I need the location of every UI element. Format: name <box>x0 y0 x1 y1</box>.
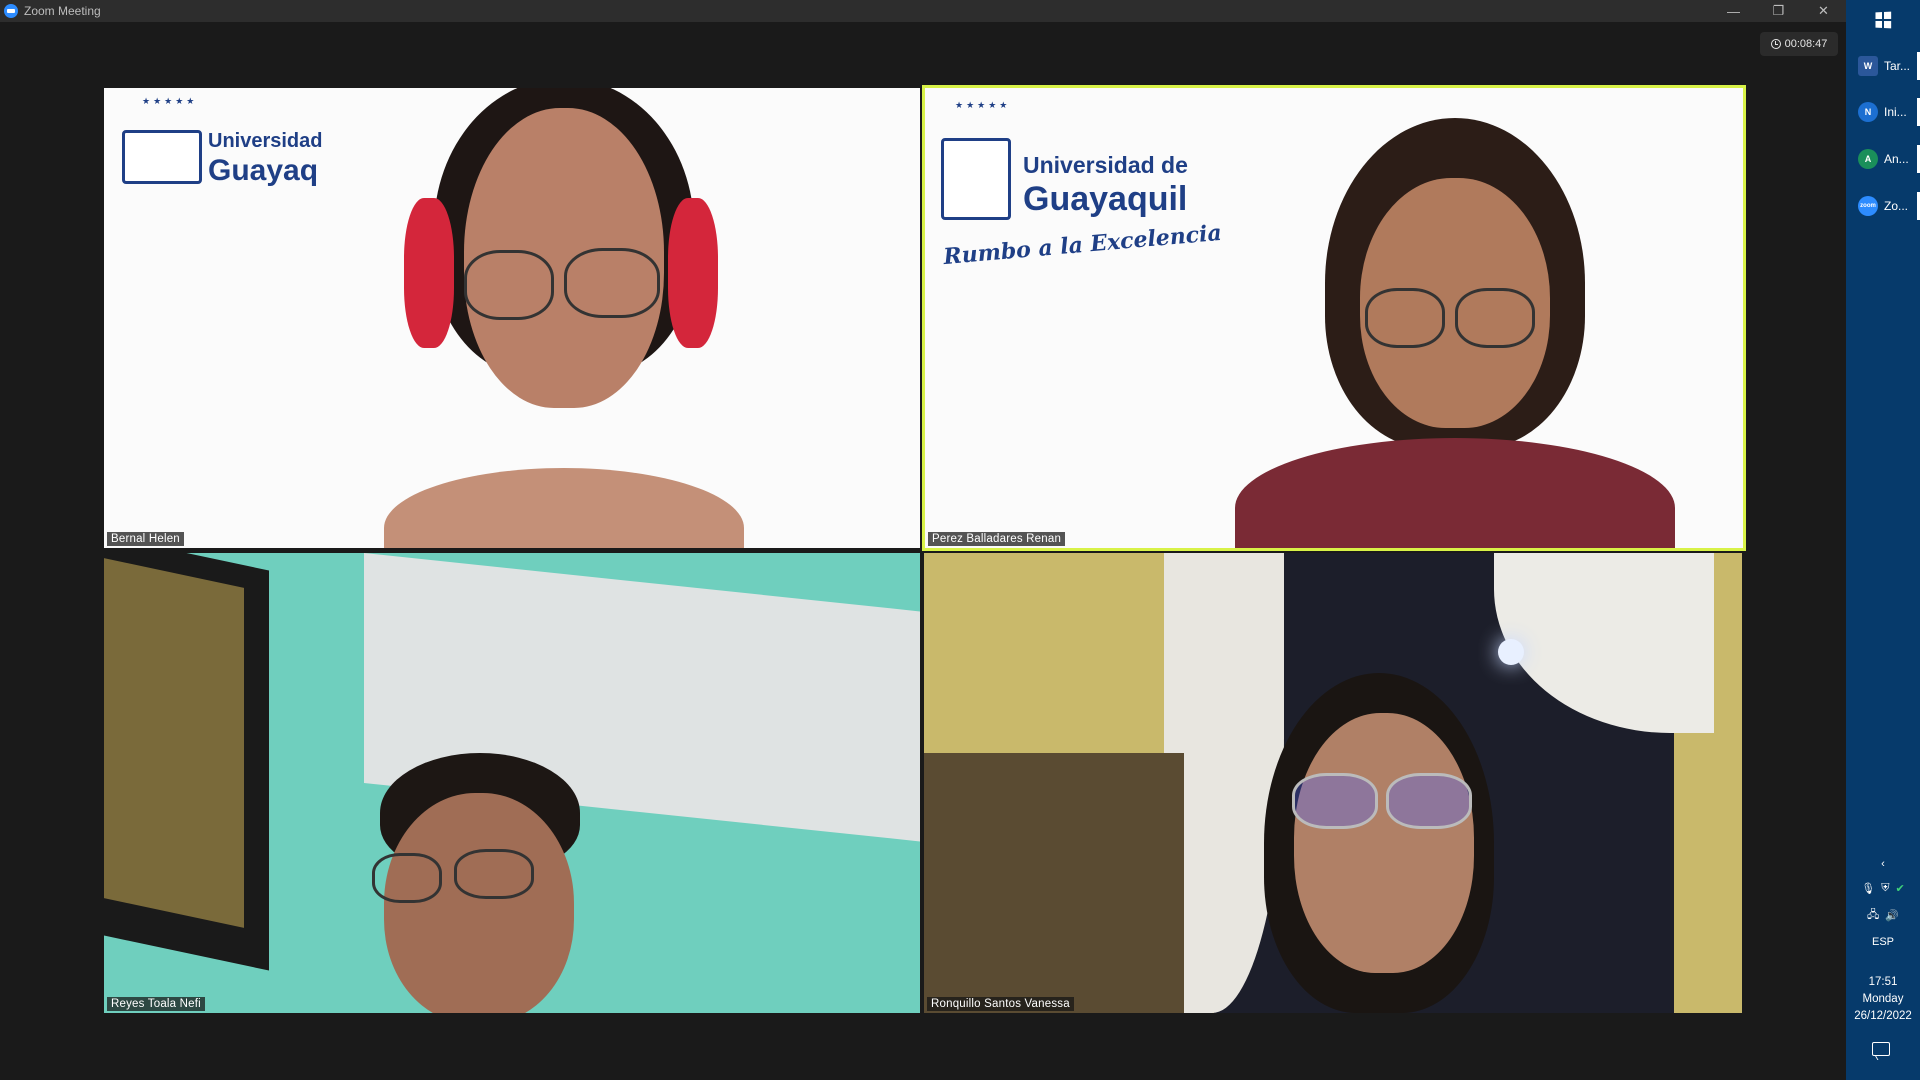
window-controls: — ❐ ✕ <box>1711 0 1846 22</box>
tray-icons-row-2: 🖧 🔊 <box>1846 906 1920 925</box>
video-tile-ronquillo-santos-vanessa[interactable]: Ronquillo Santos Vanessa <box>924 553 1742 1013</box>
tray-overflow[interactable]: ‹ <box>1846 858 1920 870</box>
language-label: ESP <box>1871 936 1894 948</box>
book-logo-icon <box>941 138 1011 220</box>
taskbar-item-zoom[interactable]: zoom Zo... <box>1846 186 1920 226</box>
network-icon[interactable]: 🖧 <box>1867 906 1879 925</box>
participant-video-bernal-helen <box>324 88 804 548</box>
app-icon: N <box>1858 102 1878 122</box>
video-tile-reyes-toala-nefi[interactable]: Reyes Toala Nefi <box>104 553 920 1013</box>
windows-logo-icon <box>1875 11 1892 29</box>
video-tile-perez-balladares-renan[interactable]: ★★★★★ Universidad de Guayaquil Rumbo a l… <box>922 85 1746 551</box>
language-indicator[interactable]: ESP <box>1846 936 1920 948</box>
book-logo-icon <box>122 130 202 184</box>
participant-name-tag: Ronquillo Santos Vanessa <box>927 997 1074 1011</box>
participant-name-tag: Perez Balladares Renan <box>928 532 1066 546</box>
close-button[interactable]: ✕ <box>1801 0 1846 22</box>
light-bulb <box>1498 639 1524 665</box>
word-icon: W <box>1858 56 1878 76</box>
security-shield-icon[interactable]: ⛨ <box>1881 882 1889 895</box>
system-clock[interactable]: 17:51 Monday 26/12/2022 <box>1846 974 1920 1025</box>
window-titlebar[interactable]: Zoom Meeting — ❐ ✕ <box>0 0 1846 22</box>
taskbar-item-label: Zo... <box>1884 199 1909 213</box>
taskbar-item-ini[interactable]: N Ini... <box>1846 92 1920 132</box>
check-icon[interactable]: ✔ <box>1896 882 1905 895</box>
university-logo: ★★★★★ Universidad de Guayaquil Rumbo a l… <box>933 100 1223 270</box>
logo-text-line2: Guayaq <box>208 154 319 187</box>
zoom-meeting-window: Zoom Meeting — ❐ ✕ 00:08:47 ★★★★★ Univer… <box>0 0 1846 1080</box>
start-button[interactable] <box>1846 0 1920 40</box>
microphone-icon[interactable]: 🎙 <box>1861 882 1875 895</box>
taskbar-item-label: An... <box>1884 152 1909 166</box>
participant-name-tag: Bernal Helen <box>107 532 184 546</box>
chevron-left-icon: ‹ <box>1881 858 1885 870</box>
taskbar-item-an[interactable]: A An... <box>1846 139 1920 179</box>
taskbar-item-label: Tar... <box>1884 59 1911 73</box>
clock-time: 17:51 <box>1868 976 1898 988</box>
clock-date: 26/12/2022 <box>1854 1010 1912 1022</box>
taskbar-item-label: Ini... <box>1884 105 1907 119</box>
clock-icon <box>1770 39 1781 49</box>
wall-picture <box>104 558 244 928</box>
stars-decoration: ★★★★★ <box>142 96 198 106</box>
logo-slogan: Rumbo a la Excelencia <box>942 219 1223 271</box>
clock-day: Monday <box>1862 993 1904 1005</box>
stars-decoration: ★★★★★ <box>955 100 1011 110</box>
window-title: Zoom Meeting <box>24 4 101 18</box>
participant-video-reyes-toala-nefi <box>344 753 744 1013</box>
university-logo: ★★★★★ Universidad Guayaq <box>120 96 323 206</box>
meeting-timer[interactable]: 00:08:47 <box>1760 32 1838 56</box>
zoom-icon: zoom <box>1858 196 1878 216</box>
logo-text-line2: Guayaquil <box>1023 180 1188 218</box>
participant-video-perez-balladares-renan <box>1195 108 1725 548</box>
participant-name-tag: Reyes Toala Nefi <box>107 997 205 1011</box>
zoom-app-icon <box>4 4 18 18</box>
meeting-timer-text: 00:08:47 <box>1784 38 1828 50</box>
minimize-button[interactable]: — <box>1711 0 1756 22</box>
tray-icons-row-1: 🎙 ⛨ ✔ <box>1846 882 1920 895</box>
shelf <box>924 753 1184 1013</box>
video-tile-bernal-helen[interactable]: ★★★★★ Universidad Guayaq Bernal Helen <box>104 88 920 548</box>
app-icon: A <box>1858 149 1878 169</box>
restore-button[interactable]: ❐ <box>1756 0 1801 22</box>
logo-text-line1: Universidad de <box>1023 152 1188 178</box>
windows-taskbar: W Tar... N Ini... A An... zoom Zo... ‹ 🎙… <box>1846 0 1920 1080</box>
volume-icon[interactable]: 🔊 <box>1885 909 1899 922</box>
logo-text-line1: Universidad <box>208 130 323 152</box>
participant-video-ronquillo-santos-vanessa <box>1244 673 1584 1013</box>
taskbar-item-word[interactable]: W Tar... <box>1846 46 1920 86</box>
notification-center-icon[interactable] <box>1872 1042 1890 1056</box>
